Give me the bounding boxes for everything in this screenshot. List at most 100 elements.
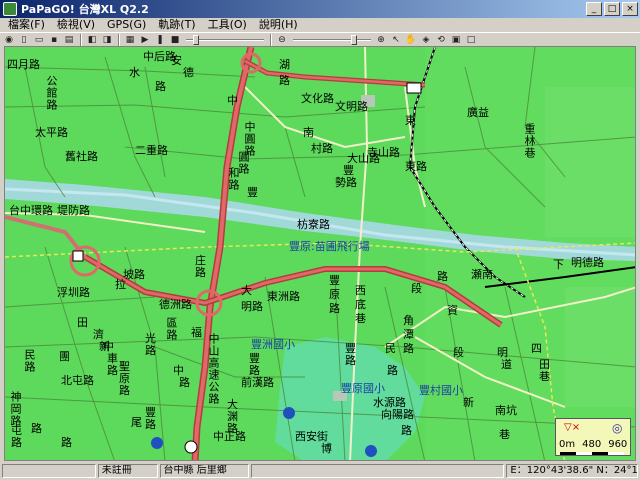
map-label: 豐村國小	[419, 384, 463, 397]
forward-icon[interactable]: ◨	[100, 34, 114, 46]
toolbar-separator	[118, 33, 120, 46]
map-label: 中山高速公路	[207, 333, 220, 405]
map-label: 底	[355, 298, 366, 311]
scale-box: ▽× ◎ 0m 480 960	[555, 418, 631, 456]
rotate-icon[interactable]: ⟲	[434, 34, 448, 46]
title-bar[interactable]: PaPaGO! 台灣XL Q2.2 _ □ ×	[0, 0, 640, 18]
map-label: 新	[463, 396, 474, 409]
window-title: PaPaGO! 台灣XL Q2.2	[21, 3, 149, 16]
map-label: 公館路	[45, 75, 58, 111]
map-label: 豐原:苗圃飛行場	[289, 240, 370, 253]
map-label: 南坑	[495, 404, 517, 417]
zoom-in-icon[interactable]: ⊕	[374, 34, 388, 46]
menu-help[interactable]: 說明(H)	[253, 18, 304, 32]
map-label: 路	[387, 364, 398, 377]
map-label: 道	[501, 358, 512, 371]
map-label: 路	[31, 422, 42, 435]
route-icon[interactable]: ▦	[123, 34, 137, 46]
map-label: 路	[401, 424, 412, 437]
playback-slider[interactable]	[186, 34, 264, 46]
map-label: 巷	[539, 370, 550, 383]
map-label: 台中環路	[9, 204, 53, 217]
map-label: 東洲路	[267, 290, 300, 303]
map-label: 四	[531, 342, 542, 355]
zoom-slider-thumb[interactable]	[350, 34, 357, 45]
minimize-button[interactable]: _	[586, 2, 602, 16]
map-label: 路	[345, 354, 356, 367]
menu-track[interactable]: 軌跡(T)	[152, 18, 201, 32]
map-label: 巷	[499, 428, 510, 441]
select-icon[interactable]: ↖	[389, 34, 403, 46]
map-label: 路	[145, 344, 156, 357]
maximize-button[interactable]: □	[604, 2, 620, 16]
north-arrow-icon[interactable]: ▽×	[564, 422, 580, 433]
menu-tools[interactable]: 工具(O)	[202, 18, 253, 32]
map-label: 舊社路	[65, 150, 98, 163]
playback-slider-thumb[interactable]	[193, 34, 200, 45]
hills-area	[545, 87, 635, 237]
map-label: 東路	[405, 160, 427, 173]
map-label: 下	[553, 258, 564, 271]
map-label: 福	[191, 326, 202, 339]
map-label: 路	[329, 302, 340, 315]
gps-icon[interactable]: ◉	[2, 34, 16, 46]
pause-icon[interactable]: ❚	[153, 34, 167, 46]
map-label: 大	[241, 284, 252, 297]
map-label: 廣益	[467, 106, 489, 119]
status-location: 台中縣 后里鄉	[159, 464, 250, 478]
map-label: 巷	[355, 312, 366, 325]
map-label: 太平路	[35, 126, 68, 139]
map-label: 路	[119, 384, 130, 397]
landmark-marker	[72, 250, 84, 262]
map-label: 豐原國小	[341, 382, 385, 395]
map-label: 神岡路	[9, 391, 22, 427]
map-label: 資	[447, 304, 458, 317]
map-label: 明德路	[571, 256, 604, 269]
map-label: 民	[385, 342, 396, 355]
save-icon[interactable]: ▪	[47, 34, 61, 46]
print-icon[interactable]: ▤	[62, 34, 76, 46]
close-button[interactable]: ×	[622, 2, 638, 16]
menu-file[interactable]: 檔案(F)	[2, 18, 51, 32]
status-register: 未註冊	[97, 464, 158, 478]
map-label: 路	[403, 342, 414, 355]
map-label: 田	[77, 316, 88, 329]
hand-icon[interactable]: ✋	[404, 34, 418, 46]
map-label: 民路	[23, 349, 36, 373]
map-label: 路	[155, 80, 166, 93]
zoom-slider[interactable]	[293, 34, 371, 46]
scale-value: 0m	[559, 439, 576, 450]
full-icon[interactable]: ▣	[449, 34, 463, 46]
map-label: 團	[59, 350, 70, 363]
map-label: 豐洲國小	[251, 338, 295, 351]
map-label: 段	[453, 346, 464, 359]
map-label: 段	[411, 282, 422, 295]
play-icon[interactable]: ▶	[138, 34, 152, 46]
menu-gps[interactable]: GPS(G)	[101, 18, 152, 32]
map-label: 圓路	[237, 151, 250, 175]
back-icon[interactable]: ◧	[85, 34, 99, 46]
status-bar: 未註冊 台中縣 后里鄉 E：120°43'38.6" N：24°16'34.9	[0, 462, 640, 480]
map-canvas[interactable]: 四月路水中后路安德湖路文化路 文明路路公館路中中圓路 大山路東東路 廣益 重林巷 太平路舊…	[4, 46, 636, 461]
map-label: 路	[437, 270, 448, 283]
map-label: 原	[329, 288, 340, 301]
stop-icon[interactable]: ■	[168, 34, 182, 46]
hills-area	[565, 287, 635, 407]
map-label: 堤防路	[57, 204, 90, 217]
map-label: 寺山路	[367, 146, 400, 159]
map-label: 豐	[329, 274, 340, 287]
map-label: 重林巷	[523, 123, 536, 159]
map-label: 向陽路	[381, 408, 414, 421]
map-label: 枋寮路	[297, 218, 330, 231]
map-label: 湖	[279, 58, 290, 71]
open-icon[interactable]: ▭	[32, 34, 46, 46]
map-label: 路	[195, 266, 206, 279]
zoom-out-icon[interactable]: ⊖	[275, 34, 289, 46]
window-icon[interactable]: □	[464, 34, 478, 46]
menu-view[interactable]: 檢視(V)	[51, 18, 101, 32]
new-icon[interactable]: ▯	[17, 34, 31, 46]
compass-icon[interactable]: ◎	[612, 421, 622, 435]
map-label: 安	[171, 54, 182, 67]
status-empty	[251, 464, 505, 478]
measure-icon[interactable]: ◈	[419, 34, 433, 46]
